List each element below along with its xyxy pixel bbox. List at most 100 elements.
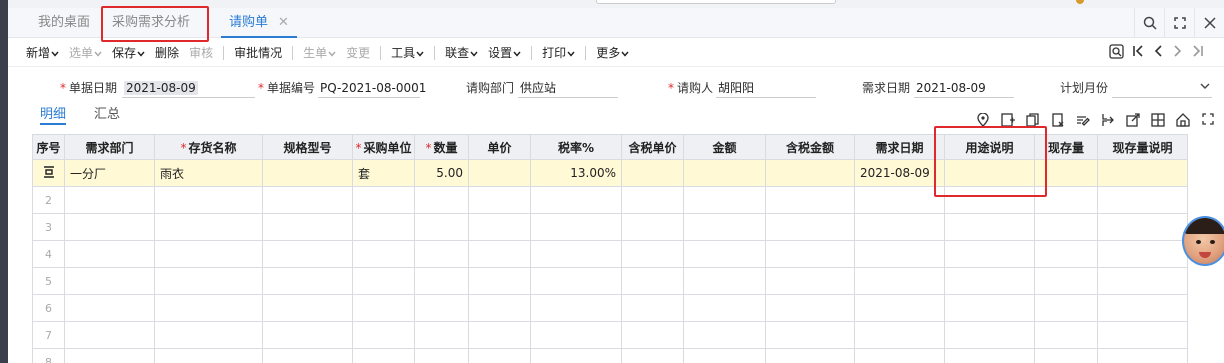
table-cell[interactable] [621, 294, 684, 322]
export-icon[interactable] [1125, 113, 1141, 131]
table-cell[interactable] [154, 294, 263, 322]
search-icon[interactable] [1134, 8, 1164, 38]
table-cell[interactable] [621, 186, 684, 214]
layout-icon[interactable] [1150, 113, 1166, 131]
table-cell[interactable] [1034, 240, 1098, 268]
table-cell[interactable] [683, 240, 766, 268]
prev-record-icon[interactable] [1152, 44, 1164, 62]
table-cell[interactable] [854, 294, 945, 322]
table-cell[interactable] [854, 186, 945, 214]
table-cell[interactable] [854, 321, 945, 349]
table-cell[interactable] [1097, 213, 1188, 241]
table-cell[interactable] [530, 240, 622, 268]
table-cell[interactable]: 13.00% [530, 159, 622, 187]
find-icon[interactable] [1109, 43, 1124, 63]
table-cell[interactable] [468, 348, 531, 363]
delete-row-icon[interactable] [1050, 113, 1066, 131]
table-cell[interactable] [1034, 213, 1098, 241]
table-cell[interactable] [1097, 294, 1188, 322]
table-cell[interactable] [262, 213, 353, 241]
table-cell[interactable] [854, 348, 945, 363]
table-cell[interactable] [154, 321, 263, 349]
table-cell[interactable] [154, 348, 263, 363]
table-cell[interactable] [944, 240, 1035, 268]
table-cell[interactable] [530, 213, 622, 241]
table-cell[interactable] [530, 267, 622, 295]
table-cell[interactable] [64, 213, 155, 241]
table-cell[interactable] [352, 213, 415, 241]
column-header[interactable]: 序号 [32, 134, 65, 160]
table-cell[interactable] [468, 159, 531, 187]
column-header[interactable]: 现存量说明 [1097, 134, 1188, 160]
table-cell[interactable] [64, 267, 155, 295]
home-icon[interactable] [1175, 113, 1191, 131]
document-date-input[interactable]: 2021-08-09 [122, 78, 255, 98]
table-cell[interactable] [765, 240, 855, 268]
demand-date-input[interactable]: 2021-08-09 [914, 78, 1014, 98]
table-row[interactable]: 3 [32, 213, 1188, 241]
table-cell[interactable] [154, 267, 263, 295]
table-cell[interactable] [262, 159, 353, 187]
table-cell[interactable] [1097, 348, 1188, 363]
table-cell[interactable] [944, 213, 1035, 241]
table-cell[interactable] [414, 186, 469, 214]
table-cell[interactable] [683, 294, 766, 322]
table-cell[interactable] [683, 267, 766, 295]
table-cell[interactable]: 5.00 [414, 159, 469, 187]
table-cell[interactable] [1034, 321, 1098, 349]
table-cell[interactable] [854, 213, 945, 241]
chevron-down-icon[interactable] [1200, 80, 1210, 93]
table-cell[interactable] [262, 294, 353, 322]
toolbar-button[interactable]: 选单 [69, 44, 102, 61]
table-cell[interactable] [944, 294, 1035, 322]
toolbar-button[interactable]: 审核 [189, 44, 213, 61]
table-cell[interactable] [1097, 240, 1188, 268]
table-cell[interactable] [1097, 267, 1188, 295]
request-dept-input[interactable]: 供应站 [518, 78, 618, 98]
toolbar-button[interactable]: 打印 [542, 44, 575, 61]
table-cell[interactable] [530, 348, 622, 363]
table-cell[interactable] [765, 213, 855, 241]
table-cell[interactable] [352, 240, 415, 268]
table-cell[interactable] [262, 267, 353, 295]
table-cell[interactable] [154, 213, 263, 241]
tab-my-desktop[interactable]: 我的桌面 [38, 8, 90, 38]
requester-input[interactable]: 胡阳阳 [716, 78, 816, 98]
first-record-icon[interactable] [1132, 44, 1144, 62]
table-cell[interactable] [530, 186, 622, 214]
subtab-summary[interactable]: 汇总 [94, 103, 120, 125]
table-cell[interactable] [1034, 267, 1098, 295]
table-cell[interactable] [352, 348, 415, 363]
table-cell[interactable] [683, 321, 766, 349]
toolbar-button[interactable]: 更多 [596, 44, 629, 61]
toolbar-button[interactable]: 新增 [26, 44, 59, 61]
table-cell[interactable] [154, 240, 263, 268]
table-cell[interactable] [944, 348, 1035, 363]
table-cell[interactable] [765, 159, 855, 187]
table-cell[interactable] [765, 267, 855, 295]
table-cell[interactable] [352, 321, 415, 349]
table-cell[interactable] [621, 348, 684, 363]
table-cell[interactable] [944, 267, 1035, 295]
table-cell[interactable] [683, 213, 766, 241]
toolbar-button[interactable]: 工具 [391, 44, 424, 61]
table-cell[interactable] [765, 321, 855, 349]
table-cell[interactable] [468, 294, 531, 322]
table-cell[interactable] [352, 186, 415, 214]
table-row[interactable]: 6 [32, 294, 1188, 322]
expand-icon[interactable] [1164, 8, 1194, 38]
table-cell[interactable] [765, 348, 855, 363]
table-cell[interactable] [621, 321, 684, 349]
row-detail-icon[interactable] [43, 165, 55, 181]
subtab-detail[interactable]: 明细 [40, 103, 67, 125]
table-cell[interactable] [352, 294, 415, 322]
close-icon[interactable] [1194, 8, 1224, 38]
column-header[interactable]: * 数量 [414, 134, 469, 160]
table-row[interactable]: 7 [32, 321, 1188, 349]
table-cell[interactable] [64, 321, 155, 349]
toolbar-button[interactable]: 联查 [445, 44, 478, 61]
table-cell[interactable] [683, 348, 766, 363]
table-cell[interactable] [414, 240, 469, 268]
table-cell[interactable] [414, 321, 469, 349]
table-cell[interactable] [414, 267, 469, 295]
